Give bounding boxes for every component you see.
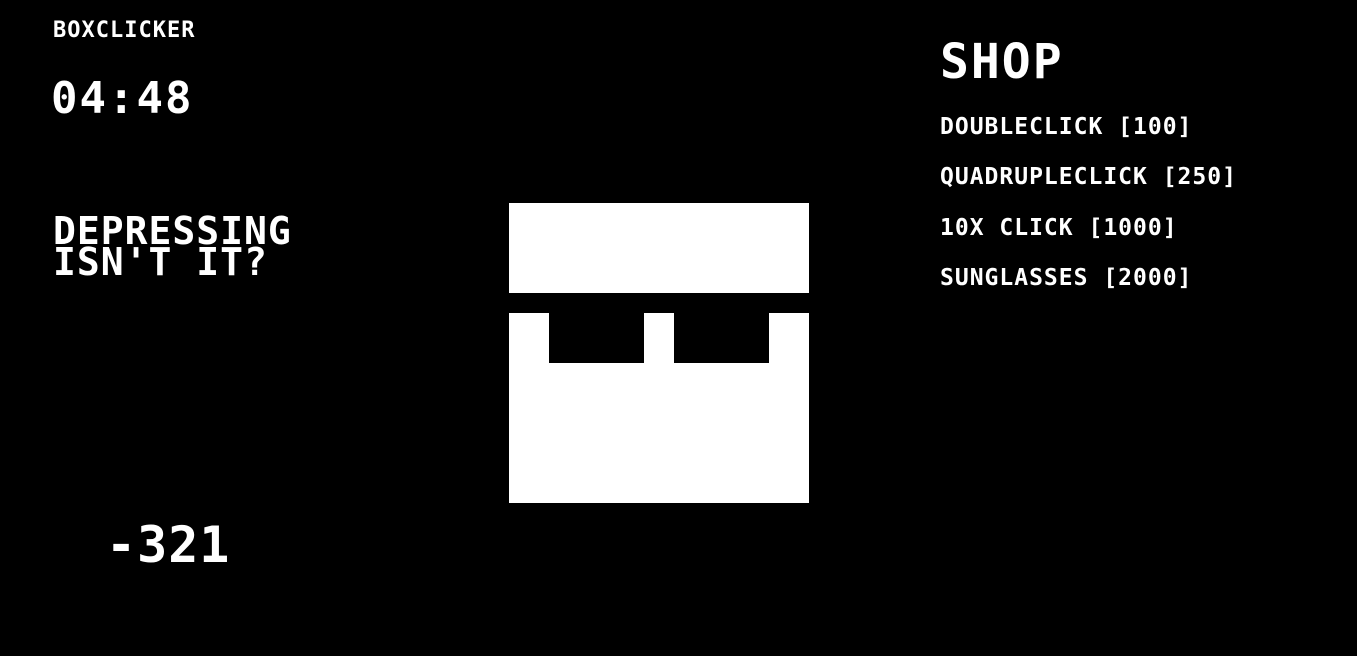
shop-item-10x-click[interactable]: 10X CLICK [1000]: [940, 217, 1285, 240]
click-box[interactable]: [509, 203, 809, 503]
score-counter: -321: [106, 516, 231, 574]
shop-item-sunglasses[interactable]: SUNGLASSES [2000]: [940, 267, 1285, 290]
countdown-timer: 04:48: [51, 73, 194, 124]
box-right-eye-icon: [674, 313, 769, 363]
shop-item-doubleclick[interactable]: DOUBLECLICK [100]: [940, 116, 1285, 139]
shop-title: SHOP: [940, 34, 1064, 90]
app-title: BOXCLICKER: [53, 18, 196, 43]
taunt-message: DEPRESSING ISN'T IT?: [53, 212, 292, 281]
taunt-message-line-2: ISN'T IT?: [53, 240, 268, 284]
shop-item-quadrupleclick[interactable]: QUADRUPLECLICK [250]: [940, 166, 1285, 189]
shop-list: DOUBLECLICK [100] QUADRUPLECLICK [250] 1…: [940, 116, 1300, 290]
box-left-eye-icon: [549, 313, 644, 363]
box-lid: [509, 203, 809, 293]
